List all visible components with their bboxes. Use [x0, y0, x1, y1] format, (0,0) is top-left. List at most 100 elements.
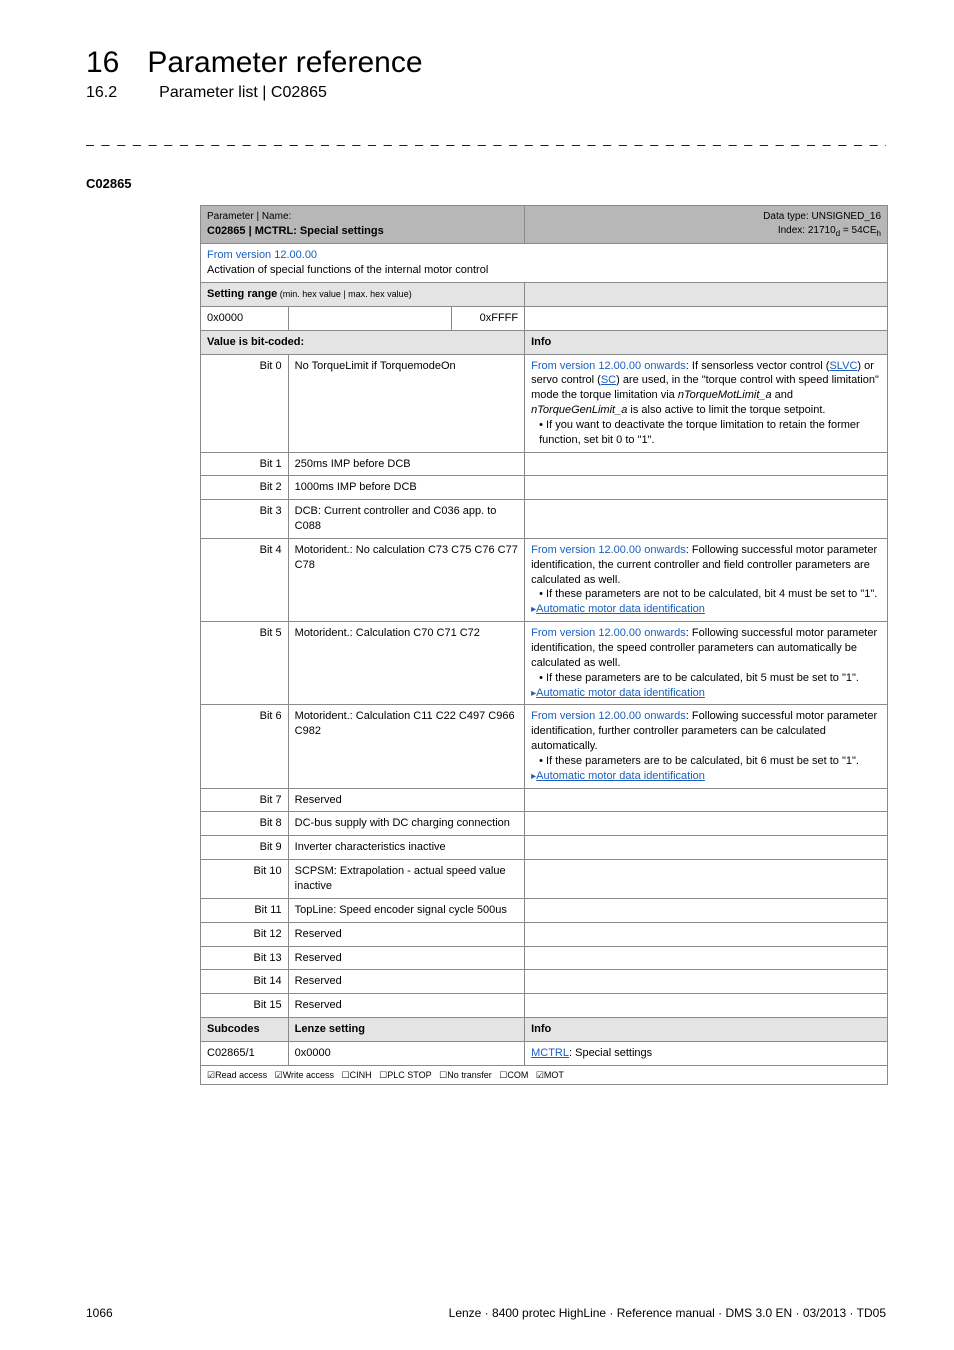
mctrl-link[interactable]: MCTRL [531, 1047, 569, 1059]
parameter-code-heading: C02865 [86, 176, 954, 191]
index-label: Index: 21710d = 54CEh [531, 224, 881, 240]
bit-label: Bit 11 [201, 898, 289, 922]
bit-name: Reserved [288, 994, 524, 1018]
cinh-access: CINH [342, 1070, 372, 1080]
datatype-label: Data type: UNSIGNED_16 [531, 210, 881, 224]
range-max: 0xFFFF [451, 306, 524, 330]
slvc-link[interactable]: SLVC [829, 360, 857, 372]
empty-cell [525, 812, 888, 836]
bit-label: Bit 0 [201, 354, 289, 452]
bit-label: Bit 15 [201, 994, 289, 1018]
param-name: C02865 | MCTRL: Special settings [207, 224, 518, 239]
bit-label: Bit 14 [201, 970, 289, 994]
empty-cell [525, 788, 888, 812]
bit-label: Bit 8 [201, 812, 289, 836]
write-access: Write access [275, 1070, 334, 1080]
empty-cell [525, 306, 888, 330]
activation-line: Activation of special functions of the i… [207, 263, 881, 278]
bit-info: From version 12.00.00 onwards: If sensor… [525, 354, 888, 452]
bit0-bullet: If you want to deactivate the torque lim… [539, 418, 881, 448]
empty-cell [525, 898, 888, 922]
bit-label: Bit 7 [201, 788, 289, 812]
chapter-title: Parameter reference [147, 46, 422, 80]
separator-dashes: _ _ _ _ _ _ _ _ _ _ _ _ _ _ _ _ _ _ _ _ … [86, 130, 886, 146]
bit-name: Inverter characteristics inactive [288, 836, 524, 860]
subcode-info: MCTRL: Special settings [525, 1041, 888, 1065]
page-header: 16 Parameter reference 16.2 Parameter li… [0, 0, 954, 102]
document-id: Lenze · 8400 protec HighLine · Reference… [449, 1306, 886, 1320]
info-header: Info [525, 1018, 888, 1042]
subcode-code: C02865/1 [201, 1041, 289, 1065]
bit-label: Bit 12 [201, 922, 289, 946]
datatype-cell: Data type: UNSIGNED_16 Index: 21710d = 5… [525, 206, 888, 244]
bit-name: Reserved [288, 922, 524, 946]
bit-label: Bit 2 [201, 476, 289, 500]
bit4-bullet: If these parameters are not to be calcul… [539, 587, 881, 602]
param-meta-label: Parameter | Name: [207, 210, 518, 224]
bit-name: DC-bus supply with DC charging connectio… [288, 812, 524, 836]
page-number: 1066 [86, 1306, 113, 1320]
auto-motor-ident-link[interactable]: Automatic motor data identification [536, 770, 705, 782]
bit-info: From version 12.00.00 onwards: Following… [525, 538, 888, 621]
empty-cell [525, 282, 888, 306]
empty-cell [525, 860, 888, 899]
value-bitcoded-header: Value is bit-coded: [201, 330, 525, 354]
bit-name: TopLine: Speed encoder signal cycle 500u… [288, 898, 524, 922]
bit-label: Bit 9 [201, 836, 289, 860]
info-header: Info [525, 330, 888, 354]
bit-info: From version 12.00.00 onwards: Following… [525, 705, 888, 788]
page-footer: 1066 Lenze · 8400 protec HighLine · Refe… [86, 1306, 886, 1320]
param-name-cell: Parameter | Name: C02865 | MCTRL: Specia… [201, 206, 525, 244]
bit-name: Reserved [288, 788, 524, 812]
bit6-bullet: If these parameters are to be calculated… [539, 754, 881, 769]
bit-name: Motorident.: Calculation C70 C71 C72 [288, 622, 524, 705]
range-min: 0x0000 [201, 306, 289, 330]
lenze-setting-header: Lenze setting [288, 1018, 524, 1042]
empty-cell [525, 922, 888, 946]
bit-name: Motorident.: No calculation C73 C75 C76 … [288, 538, 524, 621]
empty-cell [525, 946, 888, 970]
version-line: From version 12.00.00 [207, 248, 881, 263]
bit-label: Bit 5 [201, 622, 289, 705]
bit-label: Bit 1 [201, 452, 289, 476]
bit-label: Bit 3 [201, 500, 289, 539]
bit5-bullet: If these parameters are to be calculated… [539, 671, 881, 686]
bit-name: No TorqueLimit if TorquemodeOn [288, 354, 524, 452]
empty-cell [288, 306, 451, 330]
bit-label: Bit 4 [201, 538, 289, 621]
bit-label: Bit 13 [201, 946, 289, 970]
bit-name: Motorident.: Calculation C11 C22 C497 C9… [288, 705, 524, 788]
empty-cell [525, 970, 888, 994]
parameter-table: Parameter | Name: C02865 | MCTRL: Specia… [200, 205, 888, 1085]
version-activation-cell: From version 12.00.00 Activation of spec… [201, 244, 888, 283]
empty-cell [525, 476, 888, 500]
com-access: COM [499, 1070, 528, 1080]
bit-name: 1000ms IMP before DCB [288, 476, 524, 500]
access-legend: Read access Write access CINH PLC STOP N… [201, 1065, 888, 1084]
bit-name: Reserved [288, 946, 524, 970]
auto-motor-ident-link[interactable]: Automatic motor data identification [536, 603, 705, 615]
bit-name: 250ms IMP before DCB [288, 452, 524, 476]
bit-name: DCB: Current controller and C036 app. to… [288, 500, 524, 539]
bit-name: SCPSM: Extrapolation - actual speed valu… [288, 860, 524, 899]
empty-cell [525, 500, 888, 539]
section-title: Parameter list | C02865 [159, 84, 327, 102]
section-number: 16.2 [86, 84, 117, 102]
bit-info: From version 12.00.00 onwards: Following… [525, 622, 888, 705]
plcstop-access: PLC STOP [379, 1070, 431, 1080]
mot-access: MOT [536, 1070, 564, 1080]
bit-label: Bit 10 [201, 860, 289, 899]
notransfer-access: No transfer [439, 1070, 492, 1080]
empty-cell [525, 994, 888, 1018]
read-access: Read access [207, 1070, 267, 1080]
empty-cell [525, 836, 888, 860]
setting-range-header: Setting range (min. hex value | max. hex… [201, 282, 525, 306]
bit-label: Bit 6 [201, 705, 289, 788]
subcodes-header: Subcodes [201, 1018, 289, 1042]
bit-name: Reserved [288, 970, 524, 994]
empty-cell [525, 452, 888, 476]
chapter-number: 16 [86, 46, 119, 80]
subcode-value: 0x0000 [288, 1041, 524, 1065]
sc-link[interactable]: SC [601, 374, 616, 386]
auto-motor-ident-link[interactable]: Automatic motor data identification [536, 687, 705, 699]
